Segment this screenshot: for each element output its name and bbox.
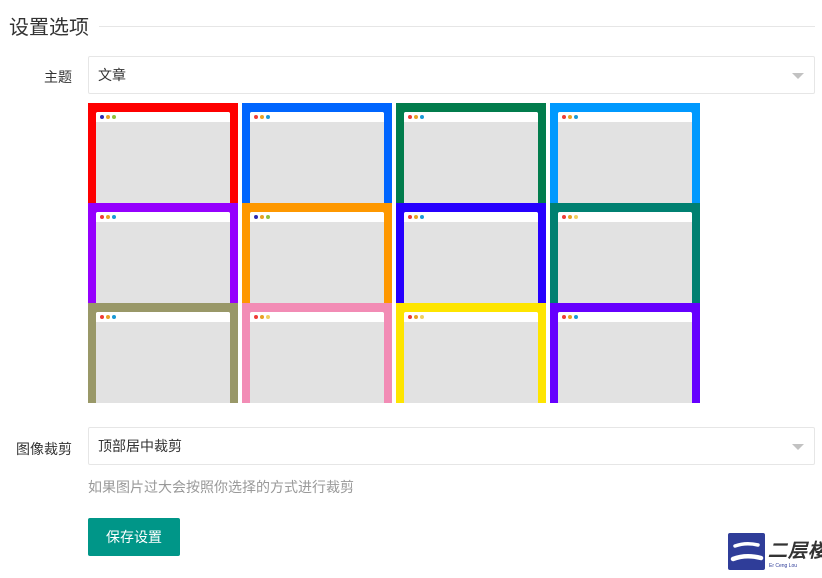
window-dot-icon: [562, 215, 566, 219]
window-dot-icon: [568, 215, 572, 219]
window-dot-icon: [254, 315, 258, 319]
window-dot-icon: [260, 315, 264, 319]
swatch-titlebar: [404, 212, 538, 222]
theme-swatch[interactable]: [550, 103, 700, 203]
window-dot-icon: [408, 315, 412, 319]
swatch-titlebar: [250, 312, 384, 322]
section-title: 设置选项: [9, 17, 89, 39]
swatch-titlebar: [250, 212, 384, 222]
window-dot-icon: [568, 315, 572, 319]
theme-swatch[interactable]: [88, 303, 238, 403]
logo-brush-icon: [730, 541, 764, 562]
window-dot-icon: [266, 315, 270, 319]
theme-swatch[interactable]: [396, 303, 546, 403]
swatch-titlebar: [250, 112, 384, 122]
watermark-small-text: Er Ceng Lou: [769, 563, 798, 569]
window-dot-icon: [574, 115, 578, 119]
swatch-window-preview: [558, 112, 692, 203]
window-dot-icon: [254, 115, 258, 119]
window-dot-icon: [414, 115, 418, 119]
crop-select-value: 顶部居中裁剪: [98, 438, 182, 454]
swatch-titlebar: [404, 112, 538, 122]
swatch-window-preview: [96, 212, 230, 303]
swatch-window-preview: [404, 112, 538, 203]
window-dot-icon: [408, 115, 412, 119]
window-dot-icon: [414, 315, 418, 319]
window-dot-icon: [574, 215, 578, 219]
theme-swatch-grid: [88, 103, 700, 403]
window-dot-icon: [260, 115, 264, 119]
theme-swatch[interactable]: [396, 203, 546, 303]
swatch-titlebar: [96, 212, 230, 222]
window-dot-icon: [112, 115, 116, 119]
swatch-window-preview: [558, 312, 692, 403]
theme-swatch[interactable]: [242, 303, 392, 403]
window-dot-icon: [420, 215, 424, 219]
swatch-window-preview: [250, 312, 384, 403]
theme-swatch[interactable]: [242, 203, 392, 303]
swatch-titlebar: [96, 112, 230, 122]
theme-swatch[interactable]: [550, 303, 700, 403]
window-dot-icon: [106, 315, 110, 319]
window-dot-icon: [266, 215, 270, 219]
crop-select[interactable]: 顶部居中裁剪: [88, 427, 815, 465]
theme-swatch[interactable]: [550, 203, 700, 303]
swatch-window-preview: [558, 212, 692, 303]
theme-label: 主题: [44, 69, 72, 85]
theme-swatch[interactable]: [396, 103, 546, 203]
window-dot-icon: [420, 115, 424, 119]
swatch-window-preview: [250, 112, 384, 203]
window-dot-icon: [100, 115, 104, 119]
watermark-logo: 二层楼 Er Ceng Lou: [728, 533, 822, 571]
swatch-titlebar: [404, 312, 538, 322]
window-dot-icon: [568, 115, 572, 119]
window-dot-icon: [106, 115, 110, 119]
swatch-window-preview: [250, 212, 384, 303]
swatch-titlebar: [96, 312, 230, 322]
settings-page: 设置选项 主题 文章 图像裁剪 顶部居中裁剪 如果图片过大会按照你选择的方式进行…: [0, 0, 822, 578]
theme-swatch[interactable]: [88, 103, 238, 203]
window-dot-icon: [420, 315, 424, 319]
chevron-down-icon[interactable]: [792, 73, 804, 79]
chevron-down-icon[interactable]: [792, 444, 804, 450]
theme-swatch[interactable]: [242, 103, 392, 203]
section-divider: [99, 26, 815, 27]
crop-label: 图像裁剪: [16, 441, 72, 457]
section-header: 设置选项: [9, 11, 815, 40]
swatch-window-preview: [404, 312, 538, 403]
logo-mark: [728, 533, 765, 570]
swatch-titlebar: [558, 112, 692, 122]
window-dot-icon: [100, 215, 104, 219]
window-dot-icon: [414, 215, 418, 219]
swatch-window-preview: [96, 112, 230, 203]
crop-help-text: 如果图片过大会按照你选择的方式进行裁剪: [88, 479, 354, 495]
watermark-text: 二层楼: [768, 540, 822, 562]
window-dot-icon: [266, 115, 270, 119]
save-settings-button[interactable]: 保存设置: [88, 518, 180, 556]
swatch-titlebar: [558, 312, 692, 322]
window-dot-icon: [112, 215, 116, 219]
swatch-window-preview: [404, 212, 538, 303]
window-dot-icon: [106, 215, 110, 219]
window-dot-icon: [562, 115, 566, 119]
theme-swatch[interactable]: [88, 203, 238, 303]
swatch-window-preview: [96, 312, 230, 403]
window-dot-icon: [562, 315, 566, 319]
window-dot-icon: [254, 215, 258, 219]
window-dot-icon: [100, 315, 104, 319]
window-dot-icon: [574, 315, 578, 319]
swatch-titlebar: [558, 212, 692, 222]
window-dot-icon: [112, 315, 116, 319]
theme-select[interactable]: 文章: [88, 56, 815, 94]
window-dot-icon: [260, 215, 264, 219]
theme-select-value: 文章: [98, 67, 126, 83]
window-dot-icon: [408, 215, 412, 219]
